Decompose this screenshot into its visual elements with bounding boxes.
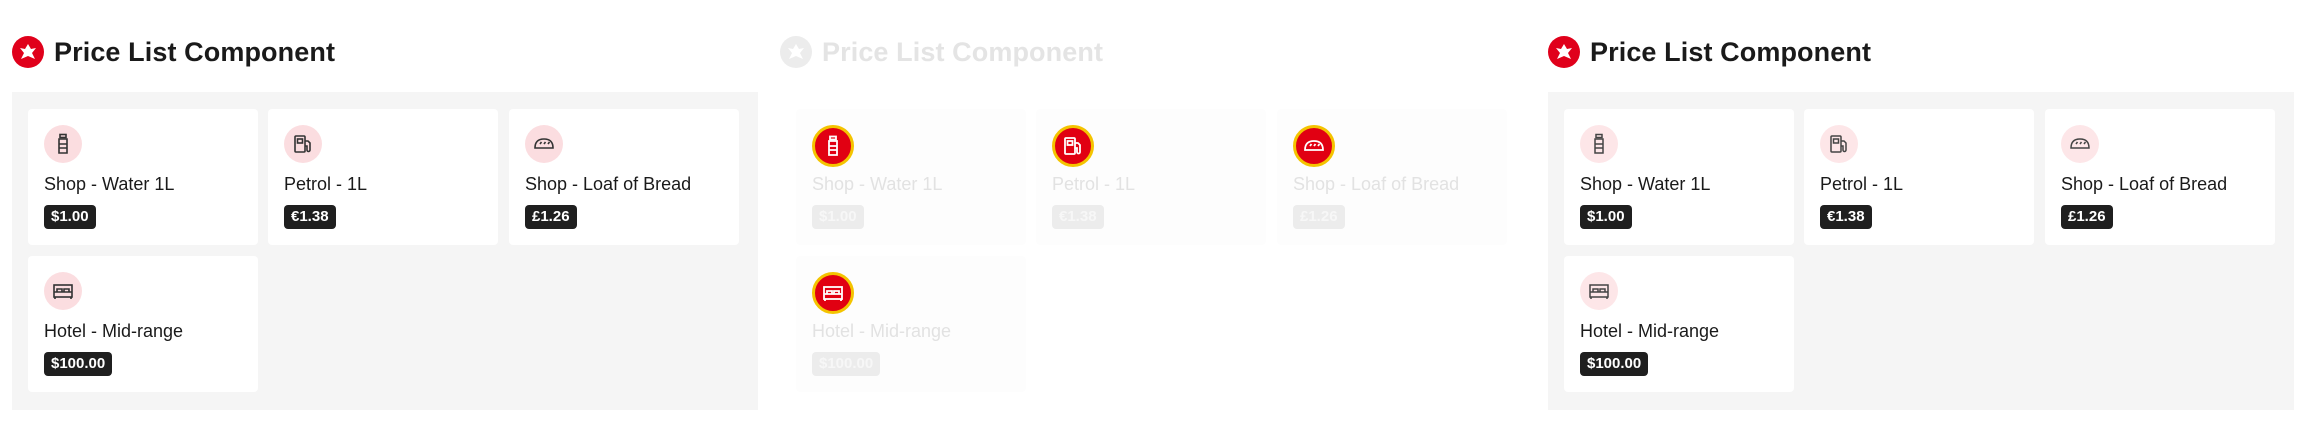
price-badge: £1.26: [1293, 205, 1345, 229]
bed-icon: [1580, 272, 1618, 310]
bed-icon: [44, 272, 82, 310]
page-title: Price List Component: [822, 36, 1104, 67]
bread-icon: [1293, 125, 1335, 167]
price-list-panel-light: Price List Component Shop - Water 1L $1.…: [1548, 0, 2294, 433]
price-badge: $100.00: [1580, 352, 1649, 376]
fuel-pump-icon: [1052, 125, 1094, 167]
item-label: Petrol - 1L: [1820, 174, 1904, 194]
item-label: Shop - Loaf of Bread: [525, 174, 692, 194]
fuel-pump-icon: [284, 125, 322, 163]
price-badge: £1.26: [525, 205, 577, 229]
price-badge: €1.38: [1820, 205, 1872, 229]
item-label: Petrol - 1L: [284, 174, 368, 194]
brand-logo-icon: [780, 36, 812, 68]
price-card-water: Shop - Water 1L $1.00: [796, 109, 1026, 245]
price-card-bread: Shop - Loaf of Bread £1.26: [509, 109, 739, 245]
brand-logo-icon: [1548, 36, 1580, 68]
price-badge: $1.00: [44, 205, 96, 229]
item-label: Hotel - Mid-range: [44, 321, 184, 341]
water-bottle-icon: [44, 125, 82, 163]
price-card-water: Shop - Water 1L $1.00: [1564, 109, 1794, 245]
item-label: Petrol - 1L: [1052, 174, 1136, 194]
price-card-bread: Shop - Loaf of Bread £1.26: [1277, 109, 1507, 245]
fuel-pump-icon: [1820, 125, 1858, 163]
price-list-panel-faded: Price List Component Shop - Water 1L $1.…: [780, 0, 1526, 433]
item-label: Shop - Water 1L: [44, 174, 175, 194]
panel-header: Price List Component: [780, 34, 1103, 70]
water-bottle-icon: [1580, 125, 1618, 163]
price-list-variants: Price List Component Shop - Water 1L $1.…: [0, 0, 2304, 433]
water-bottle-icon: [812, 125, 854, 167]
brand-logo-icon: [12, 36, 44, 68]
price-card-hotel: Hotel - Mid-range $100.00: [28, 256, 258, 392]
price-card-water: Shop - Water 1L $1.00: [28, 109, 258, 245]
price-list-panel-default: Price List Component Shop - Water 1L $1.…: [12, 0, 758, 433]
item-label: Shop - Water 1L: [812, 174, 943, 194]
item-label: Hotel - Mid-range: [1580, 321, 1720, 341]
price-card-petrol: Petrol - 1L €1.38: [1804, 109, 2034, 245]
panel-header: Price List Component: [1548, 34, 1871, 70]
bread-icon: [525, 125, 563, 163]
item-label: Shop - Water 1L: [1580, 174, 1711, 194]
item-label: Shop - Loaf of Bread: [1293, 174, 1460, 194]
page-title: Price List Component: [1590, 36, 1872, 67]
bread-icon: [2061, 125, 2099, 163]
price-card-bread: Shop - Loaf of Bread £1.26: [2045, 109, 2275, 245]
price-badge: $1.00: [812, 205, 864, 229]
price-card-petrol: Petrol - 1L €1.38: [268, 109, 498, 245]
price-card-petrol: Petrol - 1L €1.38: [1036, 109, 1266, 245]
panel-header: Price List Component: [12, 34, 335, 70]
price-badge: $100.00: [44, 352, 113, 376]
price-card-hotel: Hotel - Mid-range $100.00: [1564, 256, 1794, 392]
price-badge: $1.00: [1580, 205, 1632, 229]
price-badge: $100.00: [812, 352, 881, 376]
price-badge: £1.26: [2061, 205, 2113, 229]
price-badge: €1.38: [284, 205, 336, 229]
bed-icon: [812, 272, 854, 314]
price-badge: €1.38: [1052, 205, 1104, 229]
item-label: Hotel - Mid-range: [812, 321, 952, 341]
price-card-hotel: Hotel - Mid-range $100.00: [796, 256, 1026, 392]
page-title: Price List Component: [54, 36, 336, 67]
item-label: Shop - Loaf of Bread: [2061, 174, 2228, 194]
